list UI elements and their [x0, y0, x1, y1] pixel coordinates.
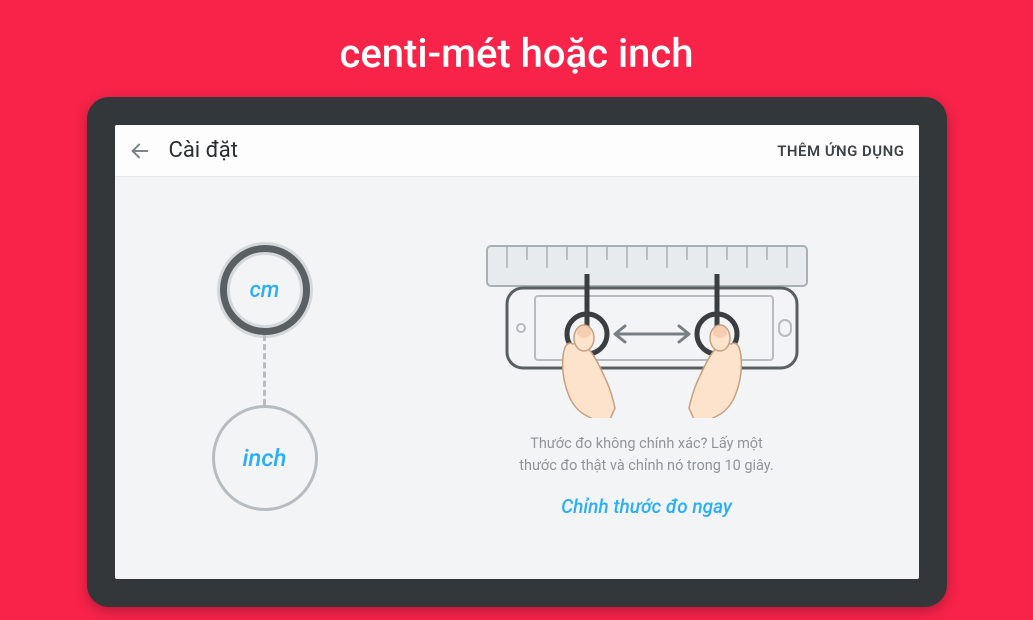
- calibrate-link[interactable]: Chỉnh thước đo ngay: [561, 495, 732, 518]
- help-line-2: thước đo thật và chỉnh nó trong 10 giây.: [519, 457, 774, 474]
- app-screen: Cài đặt THÊM ỨNG DỤNG cm inch: [115, 125, 919, 579]
- unit-selector: cm inch: [115, 177, 415, 579]
- calibration-illustration-icon: [457, 238, 837, 418]
- tablet-frame: Cài đặt THÊM ỨNG DỤNG cm inch: [87, 97, 947, 607]
- unit-group: cm inch: [212, 245, 318, 511]
- topbar: Cài đặt THÊM ỨNG DỤNG: [115, 125, 919, 177]
- page-title: Cài đặt: [169, 138, 778, 163]
- content-area: cm inch: [115, 177, 919, 579]
- back-arrow-icon[interactable]: [129, 140, 151, 162]
- calibration-panel: Thước đo không chính xác? Lấy một thước …: [415, 177, 919, 579]
- unit-cm-button[interactable]: cm: [220, 245, 310, 335]
- help-line-1: Thước đo không chính xác? Lấy một: [530, 435, 763, 452]
- banner-title: centi-mét hoặc inch: [339, 30, 693, 77]
- connector-line: [263, 335, 266, 405]
- unit-inch-button[interactable]: inch: [212, 405, 318, 511]
- more-apps-button[interactable]: THÊM ỨNG DỤNG: [777, 142, 904, 160]
- help-text: Thước đo không chính xác? Lấy một thước …: [519, 433, 774, 477]
